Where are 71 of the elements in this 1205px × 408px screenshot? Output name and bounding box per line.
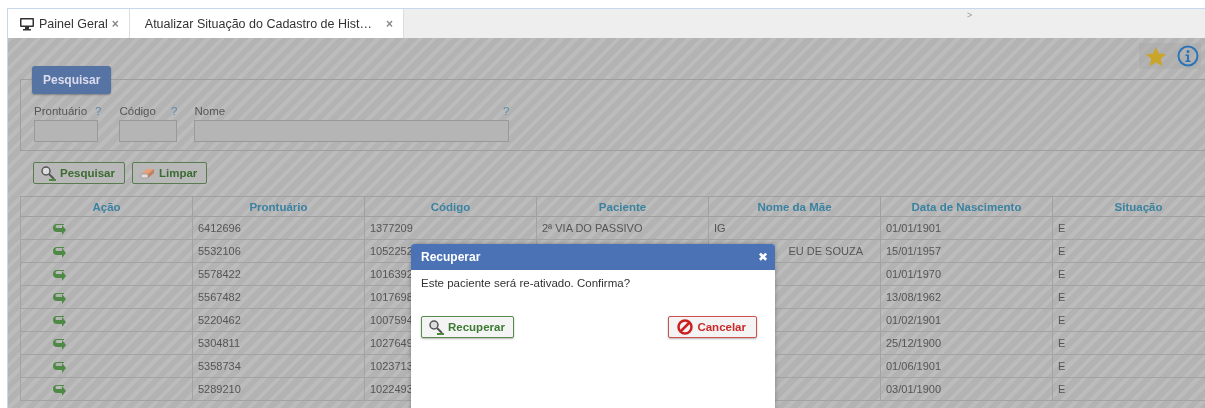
column-header[interactable]: Nome da Mãe: [708, 196, 881, 217]
field-label: Nome: [194, 105, 226, 117]
table-cell: E: [1058, 314, 1066, 326]
table-cell: 1017698: [370, 291, 413, 303]
table-cell: 1377209: [370, 222, 413, 234]
table-cell: E: [1058, 291, 1066, 303]
table-cell: 1007594: [370, 314, 413, 326]
close-button[interactable]: ×: [386, 16, 394, 31]
column-header[interactable]: Código: [364, 196, 537, 217]
table-cell: 01/01/1901: [886, 222, 942, 234]
recover-button[interactable]: Recuperar: [421, 316, 514, 338]
table-cell: 1022493: [370, 383, 413, 395]
table-cell: 5220462: [198, 314, 241, 326]
table-cell: 01/06/1901: [886, 360, 942, 372]
table-cell: 03/01/1900: [886, 383, 942, 395]
table-cell: 1052252: [370, 245, 413, 257]
table-cell: E: [1058, 268, 1066, 280]
table-cell: 13/08/1962: [886, 291, 942, 303]
input-field[interactable]: [119, 120, 178, 142]
magnifier-icon: [40, 165, 56, 181]
column-header[interactable]: Prontuário: [192, 196, 365, 217]
magnifier-icon: [428, 319, 444, 335]
tab-label[interactable]: Painel Geral: [39, 16, 108, 31]
column-header[interactable]: Data de Nascimento: [880, 196, 1053, 217]
table-cell: 15/01/1957: [886, 245, 942, 257]
clear-button[interactable]: Limpar: [132, 162, 208, 184]
table-cell: 5578422: [198, 268, 241, 280]
panel-tab[interactable]: Pesquisar: [32, 66, 112, 94]
search-button[interactable]: Pesquisar: [33, 162, 125, 184]
close-button[interactable]: ×: [111, 16, 119, 31]
table-cell: E: [1058, 222, 1066, 234]
info-icon[interactable]: [1177, 45, 1199, 67]
table-cell: 6412696: [198, 222, 241, 234]
table-cell: E: [1058, 245, 1066, 257]
input-field[interactable]: [34, 120, 98, 142]
cancel-button[interactable]: Cancelar: [668, 316, 757, 338]
help-icon[interactable]: ?: [171, 105, 178, 117]
tab-label[interactable]: Atualizar Situação do Cadastro de Hist…: [144, 16, 372, 31]
table-cell: 5567482: [198, 291, 241, 303]
prohibited-icon: [677, 319, 694, 335]
field-label: Código: [119, 105, 156, 117]
table-cell: EU DE SOUZA: [788, 245, 863, 257]
dialog-title: Recuperar: [421, 250, 481, 264]
table-cell: E: [1058, 360, 1066, 372]
table-cell: IG: [714, 222, 726, 234]
table-cell: E: [1058, 383, 1066, 395]
table-cell: 5532106: [198, 245, 241, 257]
table-cell: 01/01/1970: [886, 268, 942, 280]
column-header[interactable]: Ação: [20, 196, 193, 217]
table-cell: 5289210: [198, 383, 241, 395]
field-label: Prontuário: [34, 105, 88, 117]
scroll-arrow[interactable]: >: [966, 10, 973, 20]
table-cell: E: [1058, 337, 1066, 349]
star-icon[interactable]: [1145, 45, 1167, 67]
table-cell: 25/12/1900: [886, 337, 942, 349]
input-field[interactable]: [194, 120, 510, 142]
help-icon[interactable]: ?: [95, 105, 102, 117]
help-icon[interactable]: ?: [503, 105, 510, 117]
column-header[interactable]: Paciente: [536, 196, 709, 217]
table-cell: 5358734: [198, 360, 241, 372]
tab[interactable]: Painel Geral ×: [8, 9, 130, 38]
close-button[interactable]: ✖: [757, 250, 768, 264]
table-cell: 1023713: [370, 360, 413, 372]
table-cell: 5304811: [198, 337, 240, 349]
table-cell: 2ª VIA DO PASSIVO: [542, 222, 643, 234]
monitor-icon: [19, 16, 35, 31]
table-cell: 1016392: [370, 268, 413, 280]
table-cell: 01/02/1901: [886, 314, 942, 326]
dialog-message: Este paciente será re-ativado. Confirma?: [421, 277, 632, 289]
column-header[interactable]: Situação: [1052, 196, 1205, 217]
tab[interactable]: Atualizar Situação do Cadastro de Hist… ×: [129, 9, 405, 38]
